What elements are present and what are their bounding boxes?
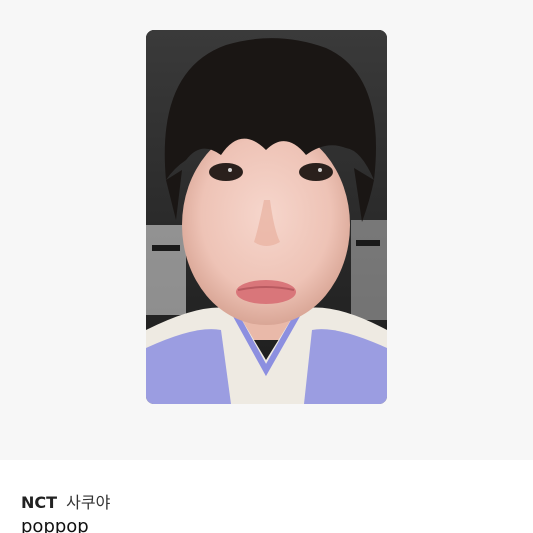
product-title: NCT 사쿠야 xyxy=(21,489,110,513)
photocard-photo xyxy=(146,30,387,404)
product-page: NCT 사쿠야 poppop xyxy=(0,0,533,533)
product-image-area xyxy=(0,0,533,460)
seller-name[interactable]: poppop xyxy=(21,516,89,533)
group-name: NCT xyxy=(21,493,58,512)
photocard-image[interactable] xyxy=(146,30,387,404)
product-info: NCT 사쿠야 poppop xyxy=(0,460,533,533)
member-name: 사쿠야 xyxy=(66,493,111,512)
